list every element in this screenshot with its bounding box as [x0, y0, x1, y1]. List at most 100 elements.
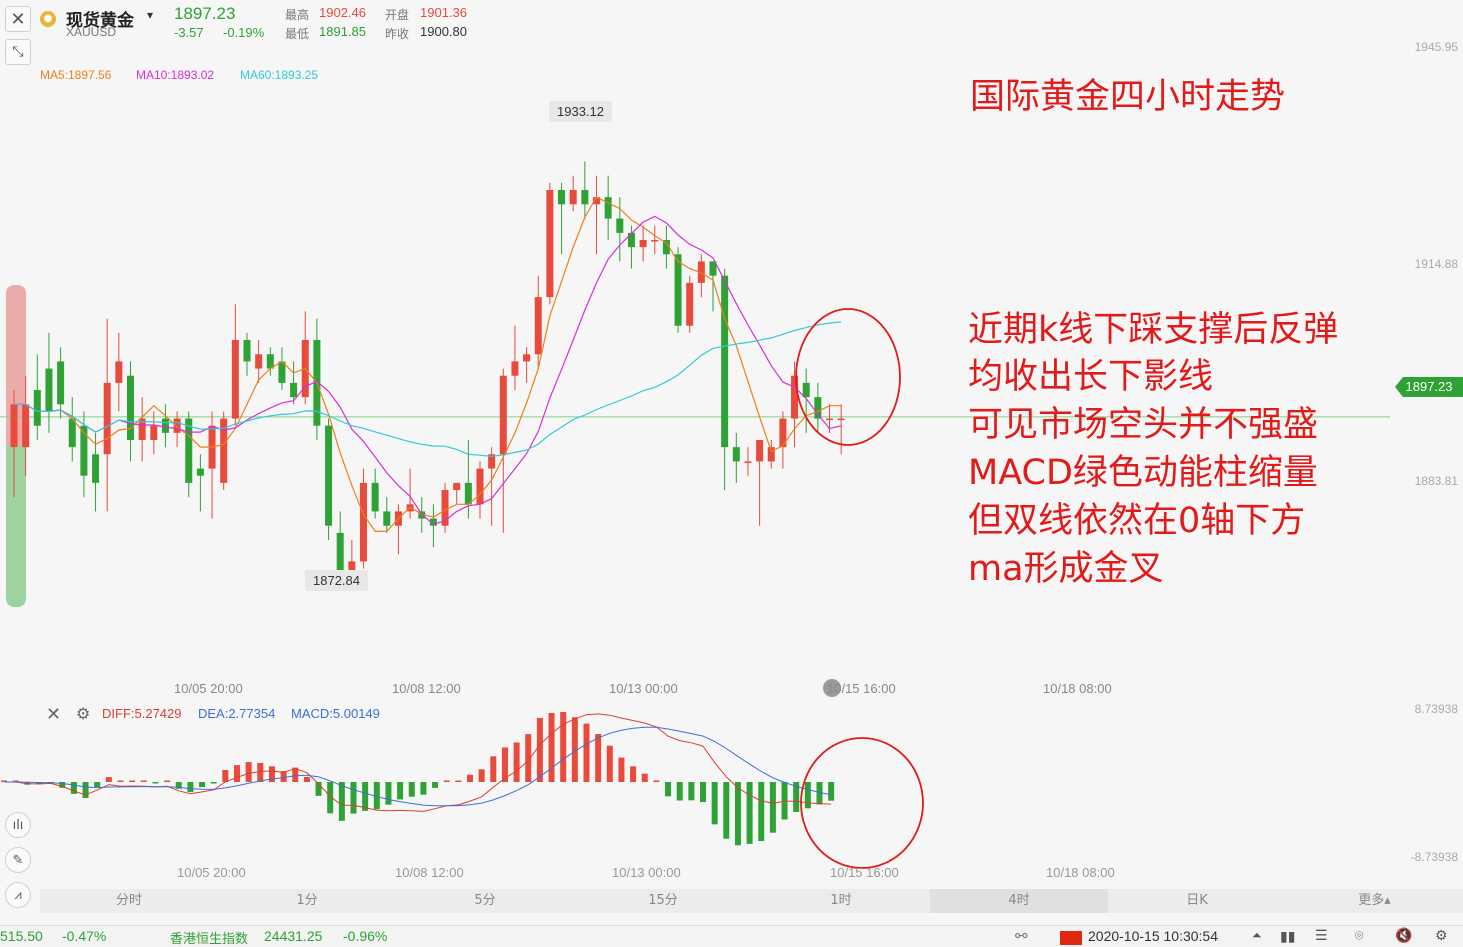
candle-body — [92, 454, 100, 483]
period-tab-bar: 分时 1分 5分 15分 1时 4时 日K 更多▴ — [40, 889, 1463, 913]
macd-histogram-bar — [595, 734, 602, 782]
connection-icon[interactable]: ⚯ — [1015, 927, 1028, 945]
macd-histogram-bar — [164, 780, 171, 782]
menu-icon[interactable]: ☰ — [1315, 927, 1328, 944]
annotation-line: 均收出长下影线 — [968, 357, 1214, 397]
symbol-dropdown-icon[interactable]: ▾ — [147, 8, 153, 22]
candle-body — [476, 468, 484, 505]
candle-body — [360, 482, 367, 562]
macd-time-label: 10/13 00:00 — [612, 865, 681, 880]
status-bar: 515.50 -0.47% 香港恒生指数 24431.25 -0.96% ⚯ 2… — [0, 925, 1463, 947]
macd-histogram-bar — [618, 757, 625, 782]
up-arrow-icon[interactable]: ⏶ — [1252, 928, 1262, 943]
candle-body — [57, 361, 65, 405]
candle-body — [767, 447, 775, 462]
mute-icon[interactable]: 🔇 — [1395, 927, 1412, 944]
tab-5min[interactable]: 5分 — [396, 889, 574, 913]
candle-body — [837, 418, 845, 421]
macd-histogram-bar — [210, 782, 217, 784]
macd-histogram-bar — [338, 782, 345, 821]
low-marker: 1872.84 — [305, 570, 368, 591]
current-price: 1897.23 — [174, 4, 236, 23]
china-flag-icon — [1060, 931, 1082, 945]
candle-body — [161, 418, 169, 433]
candle-body — [255, 354, 263, 369]
candle-body — [231, 340, 239, 419]
macd-chart[interactable] — [0, 700, 1390, 870]
candle-body — [10, 404, 18, 448]
pause-icon[interactable]: ▮▮ — [1280, 928, 1295, 945]
tab-1min[interactable]: 1分 — [218, 889, 396, 913]
candle-body — [569, 190, 577, 205]
tab-4hour[interactable]: 4时 — [930, 889, 1108, 913]
macd-histogram-bar — [828, 782, 835, 801]
symbol-code: XAUUSD — [66, 25, 117, 39]
indicator-icon[interactable]: ⩘ — [5, 882, 31, 908]
candle-body — [499, 375, 507, 455]
low-value: 1891.85 — [319, 24, 366, 39]
open-value: 1901.36 — [420, 5, 467, 20]
macd-histogram-bar — [443, 780, 450, 782]
settings-gear-icon[interactable]: ⚙ — [1435, 927, 1448, 944]
candle-body — [464, 482, 472, 505]
macd-histogram-bar — [606, 745, 613, 782]
macd-histogram-bar — [560, 712, 567, 782]
tab-daily[interactable]: 日K — [1108, 889, 1286, 913]
tab-timeshare[interactable]: 分时 — [40, 889, 218, 913]
candle-body — [33, 390, 41, 426]
macd-time-label: 10/18 08:00 — [1046, 865, 1115, 880]
index-name[interactable]: 香港恒生指数 — [170, 928, 248, 947]
macd-histogram-bar — [187, 782, 194, 792]
macd-histogram-bar — [769, 782, 776, 833]
macd-histogram-bar — [513, 742, 520, 782]
tab-more[interactable]: 更多▴ — [1286, 889, 1463, 913]
index-value: 24431.25 — [264, 928, 323, 944]
macd-histogram-bar — [548, 713, 555, 782]
annotation-title: 国际黄金四小时走势 — [970, 77, 1286, 117]
annotation-line: 近期k线下踩支撑后反弹 — [968, 310, 1339, 350]
camera-icon[interactable]: ⌾ — [1355, 927, 1363, 944]
macd-histogram-bar — [152, 782, 159, 784]
macd-histogram-bar — [397, 782, 404, 800]
ma60-line — [14, 321, 842, 458]
current-price-tag: 1897.23 — [1395, 377, 1463, 397]
price-axis-label: 1914.88 — [1414, 257, 1458, 271]
time-axis-label: 10/15 16:00 — [827, 681, 896, 696]
macd-histogram-bar — [641, 773, 648, 782]
macd-axis-label: -8.73938 — [1410, 850, 1458, 864]
candle-body — [826, 418, 833, 421]
candle-body — [453, 482, 461, 490]
macd-histogram-bar — [781, 782, 788, 820]
candle-body — [150, 425, 158, 440]
candle-body — [721, 275, 729, 448]
macd-histogram-bar — [257, 762, 264, 782]
high-value: 1902.46 — [319, 5, 366, 20]
candle-body — [115, 361, 123, 383]
candles-tool-icon[interactable]: ılı — [5, 812, 31, 838]
candle-body — [802, 382, 810, 398]
candle-body — [558, 190, 566, 205]
diff-line — [4, 713, 832, 812]
macd-histogram-bar — [676, 782, 683, 801]
ticker-pct: -0.47% — [62, 928, 107, 944]
macd-histogram-bar — [700, 782, 706, 803]
draw-pen-icon[interactable]: ✎ — [5, 847, 31, 873]
candle-body — [604, 197, 612, 219]
tab-15min[interactable]: 15分 — [574, 889, 752, 913]
candle-body — [686, 282, 694, 326]
macd-histogram-bar — [746, 782, 753, 844]
macd-histogram-bar — [688, 782, 695, 801]
macd-histogram-bar — [583, 723, 590, 782]
price-change-pct: -0.19% — [223, 25, 265, 40]
macd-histogram-bar — [420, 782, 427, 795]
macd-histogram-bar — [280, 771, 287, 782]
price-change: -3.57 — [174, 25, 204, 40]
macd-histogram-bar — [804, 782, 811, 809]
ma5-line — [14, 196, 842, 532]
macd-time-label: 10/08 12:00 — [395, 865, 464, 880]
tab-1hour[interactable]: 1时 — [752, 889, 930, 913]
close-icon[interactable]: ✕ — [5, 6, 31, 32]
candle-body — [371, 482, 379, 512]
candle-body — [196, 468, 204, 476]
candle-body — [45, 368, 53, 412]
